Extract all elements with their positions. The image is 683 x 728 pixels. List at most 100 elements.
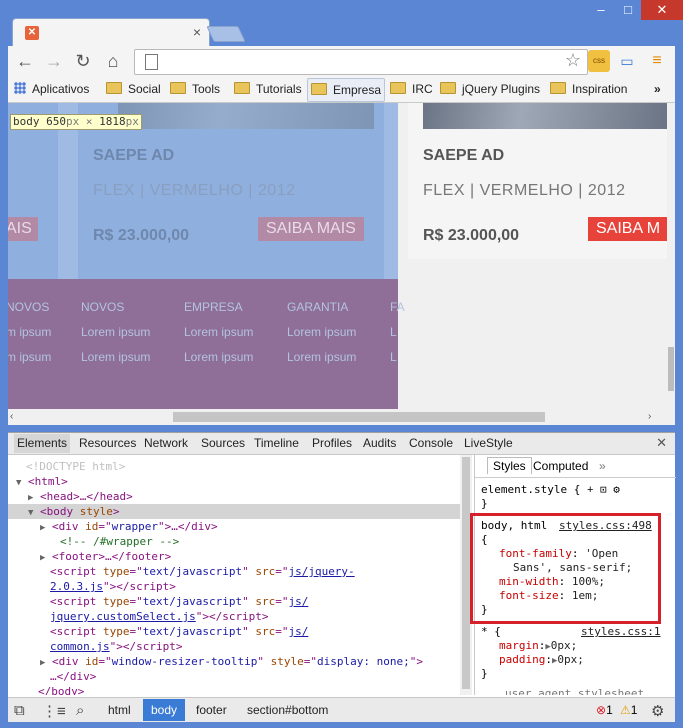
partial-saiba-mais-button[interactable]: AIS [8,217,38,241]
tab-sources[interactable]: Sources [201,436,245,450]
devtools-close-icon[interactable]: ✕ [656,435,667,451]
forward-arrow-icon[interactable]: → [43,50,65,72]
element-style-rule[interactable]: element.style { + ⊡ ⚙ [481,483,620,497]
bookmark-empresa[interactable]: Empresa [307,78,386,102]
footer-link[interactable]: Lorem ipsum [184,345,253,370]
bookmark-inspiration[interactable]: Inspiration [550,78,627,100]
bookmark-star-icon[interactable]: ☆ [565,50,581,71]
collapse-triangle-icon[interactable]: ▶ [40,553,45,563]
footer-link[interactable]: L [390,345,405,370]
dock-icon[interactable]: ⧉ [14,702,25,719]
scroll-left-icon[interactable]: ‹ [10,411,13,422]
page-vertical-scrollbar[interactable] [667,103,675,409]
browser-tab[interactable]: ✕ × [12,18,210,49]
scroll-right-icon[interactable]: › [648,411,651,422]
dom-node-comment[interactable]: <!-- /#wrapper --> [60,534,179,549]
tab-profiles[interactable]: Profiles [312,436,352,450]
saiba-mais-button[interactable]: SAIBA M [588,217,675,241]
rule-source-link[interactable]: styles.css:1 [581,625,660,639]
tab-elements[interactable]: Elements [14,434,71,453]
breadcrumb-footer[interactable]: footer [196,703,227,717]
css-extension-icon[interactable]: css [588,50,610,72]
scrollbar-thumb[interactable] [668,347,674,391]
footer-heading: NOVOS [8,300,50,314]
bookmark-apps[interactable]: Aplicativos [14,78,89,100]
dom-node-footer[interactable]: ▶ <footer>…</footer> [40,549,171,564]
dom-node-script-jquery[interactable]: <script type="text/javascript" src="js/j… [50,564,355,579]
devtools-status-bar: ⧉ ⋮≡ ⌕ html body footer section#bottom ⊗… [8,697,675,724]
back-arrow-icon[interactable]: ← [14,50,36,72]
tab-console[interactable]: Console [409,436,453,450]
page-horizontal-scrollbar[interactable]: ‹ › [8,409,667,425]
home-icon[interactable]: ⌂ [102,50,124,72]
dom-node-resizer-tooltip[interactable]: ▶ <div id="window-resizer-tooltip" style… [40,654,423,669]
bookmark-tutorials[interactable]: Tutorials [234,78,302,100]
dom-node-html[interactable]: ▼ <html> [16,474,68,489]
rule-selector[interactable]: * { [481,625,501,639]
address-bar[interactable]: ☆ [134,49,588,75]
dom-node-doctype[interactable]: <!DOCTYPE html> [26,459,125,474]
bookmark-tools[interactable]: Tools [170,78,220,100]
add-rule-icon[interactable]: + [587,484,593,496]
footer-link[interactable]: Lorem ipsum [287,345,356,370]
dom-node-script-customselect[interactable]: <script type="text/javascript" src="js/ [50,594,308,609]
error-count[interactable]: ⊗1 [596,703,613,717]
search-icon[interactable]: ⌕ [76,702,84,719]
new-tab-button[interactable] [206,26,246,42]
folder-icon [550,82,566,94]
bookmark-irc[interactable]: IRC [390,78,433,100]
footer-link[interactable]: Lorem ipsum [184,320,253,345]
bookmarks-more-chevron[interactable]: » [654,78,661,100]
footer-link[interactable]: Lorem ipsum [81,345,150,370]
footer-link[interactable]: Lorem ipsum [81,320,150,345]
dom-node-script-common-cont: common.js"></script> [50,640,183,653]
folder-icon [440,82,456,94]
expand-triangle-icon[interactable]: ▼ [16,478,21,488]
footer-link[interactable]: Lorem ipsum [287,320,356,345]
css-property[interactable]: padding:▶0px; [499,653,584,667]
dom-node-script-common[interactable]: <script type="text/javascript" src="js/ [50,624,308,639]
tab-styles[interactable]: Styles [487,457,532,474]
footer-link[interactable]: m ipsum [8,320,51,345]
expand-triangle-icon[interactable]: ▼ [8,508,33,518]
maximize-button[interactable]: □ [615,0,641,20]
collapse-triangle-icon[interactable]: ▶ [28,493,33,503]
warning-count[interactable]: ⚠1 [620,703,637,717]
breadcrumb-body[interactable]: body [143,699,186,721]
card-price: R$ 23.000,00 [93,227,190,244]
bookmark-social[interactable]: Social [106,78,161,100]
rule-close-brace: } [481,497,488,510]
dom-node-body-selected[interactable]: ▼ <body style> [8,504,460,519]
settings-gear-icon[interactable]: ⚙ [651,702,664,720]
tab-network[interactable]: Network [144,436,188,450]
close-window-button[interactable]: ✕ [641,0,683,20]
collapse-triangle-icon[interactable]: ▶ [40,523,45,533]
breadcrumb-section-bottom[interactable]: section#bottom [247,703,328,717]
tab-timeline[interactable]: Timeline [254,436,299,450]
footer-link[interactable]: m ipsum [8,345,51,370]
scrollbar-thumb[interactable] [173,412,545,422]
css-property[interactable]: margin:▶0px; [499,639,577,653]
minimize-button[interactable]: – [587,0,615,20]
dom-node-wrapper[interactable]: ▶ <div id="wrapper">…</div> [40,519,218,534]
console-drawer-icon[interactable]: ⋮≡ [42,702,66,720]
collapse-triangle-icon[interactable]: ▶ [40,658,45,668]
tab-resources[interactable]: Resources [79,436,136,450]
scrollbar-thumb[interactable] [462,457,470,689]
footer-link[interactable]: L [390,320,405,345]
styles-more-chevron[interactable]: » [599,459,606,473]
breadcrumb-html[interactable]: html [108,703,131,717]
toggle-state-icon[interactable]: ⊡ [600,483,607,496]
tab-livestyle[interactable]: LiveStyle [464,436,513,450]
bookmark-jquery-plugins[interactable]: jQuery Plugins [440,78,540,100]
tab-computed[interactable]: Computed [533,459,588,473]
reload-icon[interactable]: ↻ [72,50,94,72]
window-resizer-icon[interactable]: ▭ [616,50,638,72]
tab-close-icon[interactable]: × [193,24,201,40]
tab-audits[interactable]: Audits [363,436,396,450]
saiba-mais-button[interactable]: SAIBA MAIS [258,217,364,241]
footer-column: NOVOS m ipsum m ipsum [8,295,51,370]
gear-icon[interactable]: ⚙ [613,483,620,496]
chrome-menu-icon[interactable]: ≡ [646,50,668,72]
dom-node-head[interactable]: ▶ <head>…</head> [28,489,133,504]
